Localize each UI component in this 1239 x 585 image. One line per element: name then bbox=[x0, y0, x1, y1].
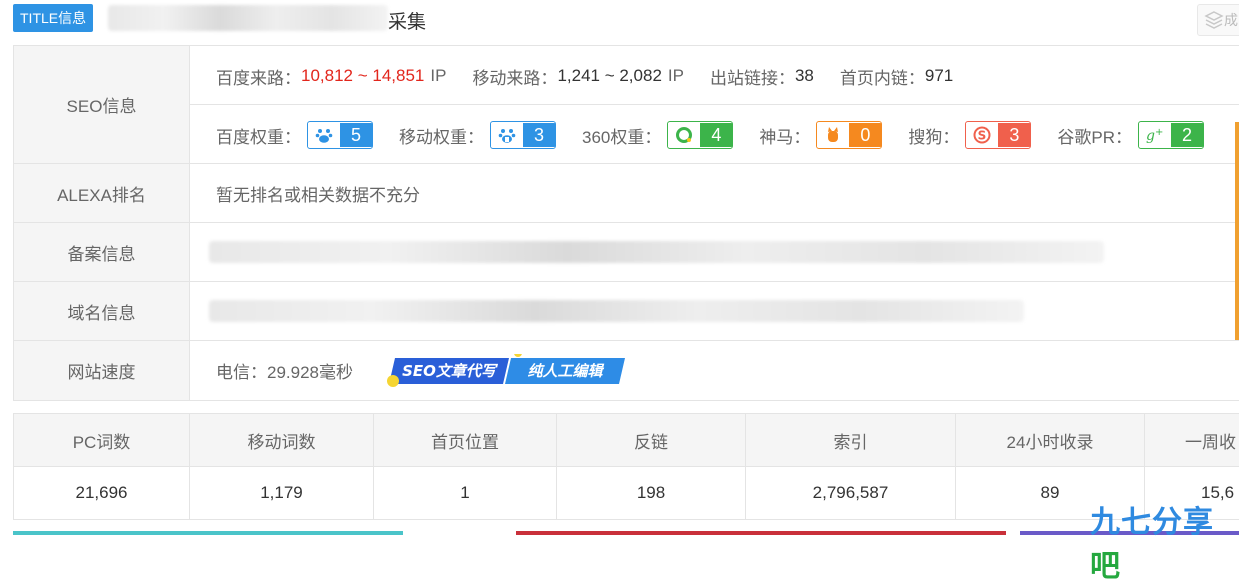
360-weight-badge[interactable]: 4 bbox=[667, 121, 734, 149]
sogou-icon: S bbox=[966, 123, 999, 147]
watermark-blue: 九七分享 bbox=[1090, 506, 1214, 539]
360-weight-value: 4 bbox=[700, 123, 733, 147]
stats-header-pc: PC词数 bbox=[14, 414, 190, 466]
weights-line: 百度权重： 5 移动权重： 3 360权重： 4 神马： 0 搜狗： S 3 谷… bbox=[216, 121, 1204, 149]
stats-header-index: 索引 bbox=[746, 414, 956, 466]
baidu-paw-icon bbox=[308, 123, 340, 147]
watermark-logo: 九七分享吧 bbox=[1090, 497, 1239, 585]
svg-text:+: + bbox=[1155, 127, 1163, 138]
stats-header-row: PC词数 移动词数 首页位置 反链 索引 24小时收录 一周收 bbox=[14, 414, 1239, 467]
stats-table: PC词数 移动词数 首页位置 反链 索引 24小时收录 一周收 21,696 1… bbox=[13, 413, 1239, 520]
sogou-weight-value: 3 bbox=[998, 123, 1031, 147]
shenma-weight-value: 0 bbox=[849, 123, 882, 147]
baidu-weight-label: 百度权重： bbox=[216, 127, 301, 147]
stats-header-week: 一周收 bbox=[1185, 432, 1236, 452]
domain-value-redacted bbox=[209, 300, 1024, 322]
mobile-weight-badge[interactable]: 3 bbox=[490, 121, 556, 149]
svg-text:S: S bbox=[978, 129, 987, 143]
stats-header-mobile: 移动词数 bbox=[190, 414, 374, 466]
baidu-weight-value: 5 bbox=[340, 123, 372, 147]
baidu-weight-badge[interactable]: 5 bbox=[307, 121, 373, 149]
sogou-weight-label: 搜狗： bbox=[908, 127, 960, 147]
seo-writing-banner[interactable]: SEO文章代写 纯人工编辑 bbox=[385, 354, 630, 388]
alexa-label: ALEXA排名 bbox=[14, 164, 190, 222]
shenma-icon bbox=[817, 123, 850, 147]
stats-value-backlinks[interactable]: 198 bbox=[557, 467, 746, 519]
google-pr-value: 2 bbox=[1171, 123, 1203, 147]
beian-row: 备案信息 bbox=[14, 223, 1239, 282]
stats-value-index[interactable]: 2,796,587 bbox=[746, 467, 956, 519]
stats-value-home-position[interactable]: 1 bbox=[374, 467, 557, 519]
collect-button-label: 成 bbox=[1224, 12, 1238, 28]
mobile-traffic-value[interactable]: 1,241 ~ 2,082 bbox=[557, 66, 661, 86]
shenma-weight-badge[interactable]: 0 bbox=[816, 121, 883, 149]
mobile-weight-label: 移动权重： bbox=[399, 127, 484, 147]
mobile-traffic-unit: IP bbox=[667, 66, 684, 85]
domain-label: 域名信息 bbox=[14, 282, 190, 340]
traffic-line: 百度来路： 10,812 ~ 14,851 IP 移动来路： 1,241 ~ 2… bbox=[216, 64, 953, 88]
baidu-traffic-label: 百度来路： bbox=[216, 68, 301, 88]
sogou-weight-badge[interactable]: S 3 bbox=[965, 121, 1032, 149]
side-accent-bar bbox=[1235, 122, 1239, 340]
baidu-traffic-unit: IP bbox=[430, 66, 447, 85]
header: TITLE信息 采集 成 bbox=[0, 0, 1239, 38]
seo-label: SEO信息 bbox=[14, 46, 190, 163]
stats-header-home-position: 首页位置 bbox=[374, 414, 557, 466]
title-badge: TITLE信息 bbox=[13, 4, 94, 32]
mobile-traffic-label: 移动来路： bbox=[472, 68, 558, 88]
layers-icon bbox=[1204, 11, 1224, 29]
mobile-weight-value: 3 bbox=[523, 123, 555, 147]
beian-label: 备案信息 bbox=[14, 223, 190, 281]
google-pr-badge[interactable]: g + 2 bbox=[1138, 121, 1204, 149]
internal-links-label: 首页内链： bbox=[839, 68, 925, 88]
stats-header-backlinks: 反链 bbox=[557, 414, 746, 466]
svg-text:g: g bbox=[1146, 128, 1155, 144]
baidu-mobile-icon bbox=[491, 123, 523, 147]
baidu-traffic-value[interactable]: 10,812 ~ 14,851 bbox=[301, 66, 424, 86]
banner-left-text: SEO文章代写 bbox=[402, 362, 499, 380]
stats-value-pc[interactable]: 21,696 bbox=[14, 467, 190, 519]
site-info-table: SEO信息 百度来路： 10,812 ~ 14,851 IP 移动来路： 1,2… bbox=[13, 45, 1239, 401]
watermark-green: 吧 bbox=[1090, 550, 1121, 583]
outbound-links-label: 出站链接： bbox=[709, 68, 795, 88]
speed-value: 电信：29.928毫秒 bbox=[216, 362, 353, 382]
stats-header-24h: 24小时收录 bbox=[956, 414, 1145, 466]
domain-row: 域名信息 bbox=[14, 282, 1239, 341]
stats-value-mobile[interactable]: 1,179 bbox=[190, 467, 374, 519]
collect-button[interactable]: 成 bbox=[1197, 4, 1239, 36]
site-title-suffix: 采集 bbox=[388, 12, 427, 33]
alexa-row: ALEXA排名 暂无排名或相关数据不充分 bbox=[14, 164, 1239, 223]
360-icon bbox=[668, 123, 701, 147]
seo-row: SEO信息 百度来路： 10,812 ~ 14,851 IP 移动来路： 1,2… bbox=[14, 46, 1239, 164]
google-pr-label: 谷歌PR： bbox=[1057, 127, 1132, 147]
beian-value-redacted bbox=[209, 241, 1104, 263]
site-title-redacted bbox=[108, 5, 388, 31]
google-plus-icon: g + bbox=[1139, 123, 1171, 147]
banner-right-text: 纯人工编辑 bbox=[527, 362, 604, 380]
internal-links-value[interactable]: 971 bbox=[925, 66, 953, 86]
alexa-value: 暂无排名或相关数据不充分 bbox=[216, 185, 420, 205]
stats-data-row: 21,696 1,179 1 198 2,796,587 89 15,6 bbox=[14, 467, 1239, 520]
speed-label: 网站速度 bbox=[14, 341, 190, 400]
shenma-weight-label: 神马： bbox=[759, 127, 811, 147]
360-weight-label: 360权重： bbox=[582, 127, 662, 147]
outbound-links-value[interactable]: 38 bbox=[795, 66, 814, 86]
